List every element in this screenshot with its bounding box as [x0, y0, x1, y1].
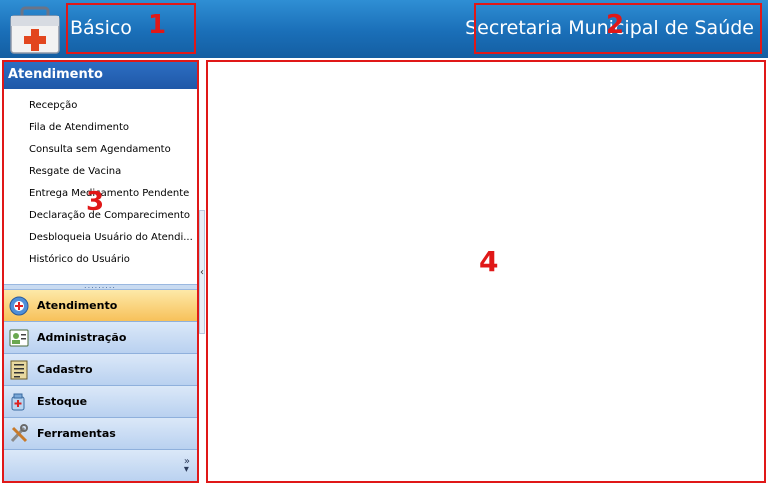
annotation-box-header-title	[66, 3, 196, 54]
medical-kit-icon[interactable]	[8, 5, 62, 55]
annotation-number: 3	[86, 187, 105, 217]
annotation-number: 2	[606, 10, 625, 40]
annotation-number: 4	[479, 245, 499, 278]
collapse-panel-handle[interactable]: ‹	[199, 210, 205, 334]
annotation-box-sidebar	[2, 60, 199, 483]
annotation-number: 1	[148, 10, 167, 40]
app-window: Básico Secretaria Municipal de Saúde Ate…	[0, 0, 768, 484]
